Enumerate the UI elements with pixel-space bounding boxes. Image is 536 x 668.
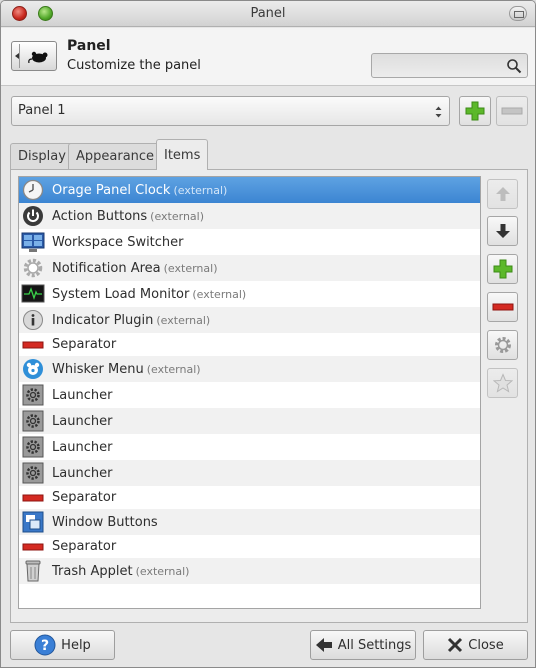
separator-icon [21,486,45,510]
item-name: Launcher [52,465,113,481]
list-item[interactable]: Whisker Menu (external) [19,356,480,382]
list-item[interactable]: Launcher [19,408,480,434]
remove-item-button[interactable] [487,292,518,322]
star-icon [492,373,513,393]
list-item[interactable]: Separator [19,486,480,509]
move-up-button[interactable] [487,179,518,209]
item-name: Separator [52,337,117,352]
power-icon [21,204,45,228]
list-item[interactable]: Window Buttons [19,509,480,535]
tab-display[interactable]: Display [10,143,74,169]
gear-outline-icon [21,256,45,280]
arrow-down-icon [495,224,510,238]
list-item[interactable]: Workspace Switcher [19,229,480,255]
item-name: Workspace Switcher [52,234,184,250]
remove-icon [492,303,513,311]
item-name: Trash Applet [52,563,133,579]
window-title: Panel [250,6,286,21]
list-item[interactable]: Action Buttons (external) [19,203,480,229]
dialog-header: Panel Customize the panel [1,28,535,86]
item-about-button[interactable] [487,368,518,398]
external-tag: (external) [156,313,211,327]
item-name: Whisker Menu [52,361,144,377]
item-name: Launcher [52,439,113,455]
item-name: Orage Panel Clock [52,182,171,198]
list-item[interactable]: System Load Monitor (external) [19,281,480,307]
workspace-icon [21,230,45,254]
list-item[interactable]: Separator [19,333,480,356]
trash-icon [21,559,45,583]
items-list[interactable]: Orage Panel Clock (external) Action Button… [18,176,481,609]
item-name: Notification Area [52,260,161,276]
item-name: Window Buttons [52,514,158,530]
list-item[interactable]: Separator [19,535,480,558]
header-subtitle: Customize the panel [67,58,201,73]
panel-selector[interactable]: Panel 1 [11,96,450,126]
external-tag: (external) [173,183,228,197]
search-input[interactable] [371,53,528,78]
external-tag: (external) [146,362,201,376]
separator-icon [21,333,45,357]
list-item[interactable]: Launcher [19,460,480,486]
add-icon [465,101,485,121]
help-icon: ? [34,634,56,656]
list-item[interactable]: Orage Panel Clock (external) [19,177,480,204]
list-item[interactable]: Trash Applet (external) [19,558,480,584]
launcher-icon [21,409,45,433]
all-settings-button[interactable]: All Settings [310,630,416,660]
search-icon [507,59,522,74]
panel-preferences-window: Panel Panel Customize the panel Panel 1 [0,0,536,668]
gear-icon [494,337,511,353]
item-name: Separator [52,490,117,505]
arrow-left-icon [315,638,332,652]
list-item[interactable]: Launcher [19,434,480,460]
remove-icon [501,107,523,115]
external-tag: (external) [150,209,205,223]
combo-arrows-icon [435,106,442,118]
whisker-icon [21,357,45,381]
panel-selector-value: Panel 1 [18,103,66,118]
separator-icon [21,535,45,559]
close-icon [448,637,463,653]
arrow-up-icon [495,187,510,201]
list-item[interactable]: Notification Area (external) [19,255,480,281]
tab-appearance[interactable]: Appearance [68,143,163,169]
svg-text:?: ? [41,638,49,654]
item-properties-button[interactable] [487,330,518,360]
external-tag: (external) [192,287,247,301]
windows-icon [21,510,45,534]
help-button[interactable]: ? Help [10,630,115,660]
item-name: Indicator Plugin [52,312,154,328]
move-down-button[interactable] [487,216,518,246]
clock-icon [21,178,45,202]
launcher-icon [21,383,45,407]
tab-items[interactable]: Items [156,139,209,170]
launcher-icon [21,435,45,459]
external-tag: (external) [135,564,190,578]
panel-icon [11,41,57,71]
monitor-icon [21,282,45,306]
launcher-icon [21,461,45,485]
remove-panel-button[interactable] [496,96,528,126]
add-icon [493,259,512,279]
item-name: Launcher [52,387,113,403]
close-button[interactable]: Close [423,630,528,660]
restore-window-button[interactable] [509,6,527,21]
header-title: Panel [67,38,111,54]
item-name: System Load Monitor [52,286,190,302]
item-name: Action Buttons [52,208,148,224]
title-bar[interactable]: Panel [1,1,535,27]
add-item-button[interactable] [487,254,518,284]
add-panel-button[interactable] [459,96,491,126]
item-name: Separator [52,539,117,554]
item-name: Launcher [52,413,113,429]
list-item[interactable]: Indicator Plugin (external) [19,307,480,333]
list-item[interactable]: Launcher [19,382,480,408]
info-icon [21,308,45,332]
external-tag: (external) [163,261,218,275]
